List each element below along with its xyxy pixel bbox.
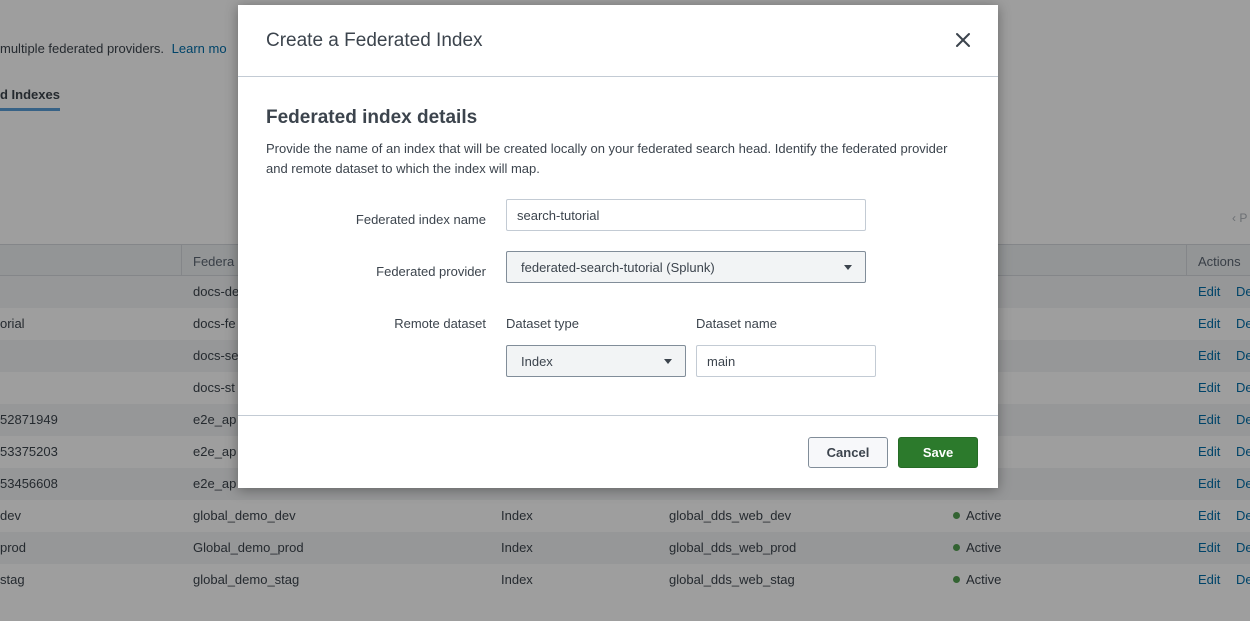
dataset-type-select-value: Index (521, 354, 553, 369)
section-title: Federated index details (266, 107, 478, 128)
modal-body: Federated index details Provide the name… (238, 77, 998, 415)
chevron-down-icon (844, 265, 852, 270)
index-name-input[interactable] (506, 199, 866, 231)
dataset-name-label: Dataset name (696, 316, 777, 331)
cancel-button[interactable]: Cancel (808, 437, 888, 468)
provider-label: Federated provider (376, 264, 486, 279)
section-description: Provide the name of an index that will b… (266, 141, 948, 176)
create-federated-index-dialog: Create a Federated Index Federated index… (238, 5, 998, 488)
save-button[interactable]: Save (898, 437, 978, 468)
dataset-type-select[interactable]: Index (506, 345, 686, 377)
modal-footer: Cancel Save (238, 415, 998, 488)
provider-select[interactable]: federated-search-tutorial (Splunk) (506, 251, 866, 283)
modal-header: Create a Federated Index (238, 5, 998, 77)
chevron-down-icon (664, 359, 672, 364)
modal-title: Create a Federated Index (266, 30, 483, 51)
remote-dataset-label: Remote dataset (394, 316, 486, 331)
index-name-label: Federated index name (355, 212, 486, 227)
dataset-name-input[interactable] (696, 345, 876, 377)
provider-select-value: federated-search-tutorial (Splunk) (521, 260, 715, 275)
close-icon[interactable] (952, 29, 974, 51)
dataset-type-label: Dataset type (506, 316, 579, 331)
